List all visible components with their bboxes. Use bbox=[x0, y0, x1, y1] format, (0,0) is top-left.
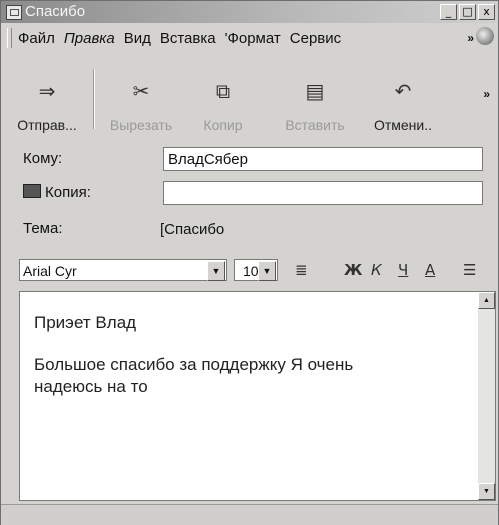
maximize-button[interactable]: □ bbox=[459, 4, 476, 20]
cc-row: Копия: bbox=[1, 179, 498, 207]
copy-button[interactable]: ⧉ Копир bbox=[183, 57, 263, 141]
menu-format[interactable]: 'Формат bbox=[225, 30, 281, 47]
formatting-toolbar: Arial Cyr ▼ 10 ▼ ≣ Ж К Ч А ☰ bbox=[1, 251, 498, 287]
windows-logo-icon bbox=[476, 27, 494, 45]
undo-label: Отмени.. bbox=[373, 117, 433, 133]
compose-window: Спасибо _ □ x Файл Правка Вид Вставка 'Ф… bbox=[0, 0, 499, 525]
toolbar-overflow-icon[interactable]: » bbox=[483, 87, 490, 101]
subject-field[interactable]: [Спасибо bbox=[155, 217, 483, 241]
paste-label: Вставить bbox=[285, 117, 345, 133]
font-size-value: 10 bbox=[243, 263, 259, 279]
body-line: Большое спасибо за поддержку Я очень bbox=[34, 355, 354, 374]
status-bar bbox=[1, 504, 498, 525]
standard-toolbar: ⇒ Отправ... ✂ Вырезать ⧉ Копир ▤ Вставит… bbox=[1, 57, 498, 141]
cc-label-text: Копия: bbox=[45, 184, 91, 201]
menu-bar: Файл Правка Вид Вставка 'Формат Сервис » bbox=[1, 23, 498, 53]
font-color-button[interactable]: А bbox=[425, 261, 435, 279]
cc-field[interactable] bbox=[163, 181, 483, 205]
message-window-icon bbox=[6, 5, 22, 20]
font-select-value: Arial Cyr bbox=[23, 263, 77, 279]
send-label: Отправ... bbox=[17, 117, 77, 133]
menu-edit[interactable]: Правка bbox=[64, 30, 115, 47]
font-select[interactable]: Arial Cyr ▼ bbox=[19, 259, 227, 281]
menu-overflow-icon[interactable]: » bbox=[467, 31, 474, 45]
to-row: Кому: ВладСябер bbox=[1, 145, 498, 173]
body-text: Приэет Влад Большое спасибо за поддержку… bbox=[34, 312, 464, 398]
address-book-icon bbox=[23, 184, 41, 198]
paste-icon: ▤ bbox=[305, 79, 325, 103]
copy-icon: ⧉ bbox=[215, 79, 231, 103]
scroll-down-icon[interactable]: ▼ bbox=[478, 483, 495, 500]
paste-button[interactable]: ▤ Вставить bbox=[275, 57, 355, 141]
body-line: Приэет Влад bbox=[34, 313, 137, 332]
message-header: Кому: ВладСябер Копия: Тема: [Спасибо bbox=[1, 143, 498, 249]
menu-insert[interactable]: Вставка bbox=[160, 30, 216, 47]
send-button[interactable]: ⇒ Отправ... bbox=[7, 57, 87, 141]
body-line: надеюсь на то bbox=[34, 377, 148, 396]
window-title: Спасибо bbox=[25, 3, 86, 20]
menu-file[interactable]: Файл bbox=[18, 30, 55, 47]
undo-button[interactable]: ↶ Отмени.. bbox=[363, 57, 443, 141]
vertical-scrollbar[interactable]: ▲ ▼ bbox=[478, 292, 495, 500]
close-button[interactable]: x bbox=[478, 4, 495, 20]
cut-button[interactable]: ✂ Вырезать bbox=[101, 57, 181, 141]
message-body[interactable]: Приэет Влад Большое спасибо за поддержку… bbox=[19, 291, 496, 501]
font-size-select[interactable]: 10 ▼ bbox=[234, 259, 278, 281]
paragraph-style-icon[interactable]: ≣ bbox=[295, 261, 308, 279]
cut-label: Вырезать bbox=[109, 117, 173, 133]
undo-icon: ↶ bbox=[394, 79, 412, 103]
subject-row: Тема: [Спасибо bbox=[1, 215, 498, 243]
scroll-up-icon[interactable]: ▲ bbox=[478, 292, 495, 309]
cut-icon: ✂ bbox=[132, 79, 150, 103]
menu-tools[interactable]: Сервис bbox=[290, 30, 341, 47]
bold-button[interactable]: Ж bbox=[344, 261, 362, 279]
italic-button[interactable]: К bbox=[371, 261, 382, 279]
underline-button[interactable]: Ч bbox=[398, 261, 408, 279]
send-icon: ⇒ bbox=[38, 79, 56, 103]
to-label-button[interactable]: Кому: bbox=[23, 150, 62, 167]
minimize-button[interactable]: _ bbox=[440, 4, 457, 20]
subject-label: Тема: bbox=[23, 220, 63, 237]
chevron-down-icon[interactable]: ▼ bbox=[258, 261, 276, 281]
menu-view[interactable]: Вид bbox=[124, 30, 151, 47]
list-icon[interactable]: ☰ bbox=[463, 261, 476, 279]
to-field[interactable]: ВладСябер bbox=[163, 147, 483, 171]
chevron-down-icon[interactable]: ▼ bbox=[207, 261, 225, 281]
title-bar[interactable]: Спасибо _ □ x bbox=[1, 1, 498, 23]
menu-grip[interactable] bbox=[7, 28, 12, 48]
copy-label: Копир bbox=[203, 117, 243, 133]
cc-label-button[interactable]: Копия: bbox=[23, 184, 91, 201]
toolbar-separator bbox=[93, 69, 95, 129]
